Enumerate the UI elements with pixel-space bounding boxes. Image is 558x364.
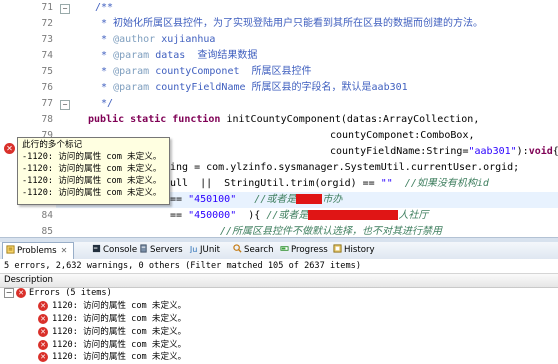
code-line-78: public static function initCountyCompone… bbox=[88, 114, 480, 125]
tooltip-title: 此行的多个标记 bbox=[22, 140, 83, 150]
tab-label: Servers bbox=[150, 245, 183, 255]
table-row[interactable]: ✕ 1120: 访问的属性 com 未定义。 bbox=[0, 351, 558, 364]
close-icon[interactable]: ✕ bbox=[61, 246, 68, 255]
junit-icon: Ju bbox=[189, 244, 197, 253]
code-line-83: == "450100" //或者是 市办 bbox=[170, 194, 343, 205]
fold-toggle-icon[interactable]: − bbox=[60, 100, 70, 110]
error-icon: ✕ bbox=[16, 288, 26, 298]
error-icon: ✕ bbox=[38, 327, 48, 337]
code-line-72: * 初始化所属区县控件，为了实现登陆用户只能看到其所在区县的数据而创建的方法。 bbox=[95, 18, 484, 29]
error-description: 1120: 访问的属性 com 未定义。 bbox=[52, 314, 187, 324]
tab-label: Console bbox=[103, 245, 138, 255]
code-line-85: //所属区县控件不做默认选择，也不对其进行禁用 bbox=[220, 226, 443, 237]
error-description: 1120: 访问的属性 com 未定义。 bbox=[52, 301, 187, 311]
code-line-79: countyComponet:ComboBox, bbox=[330, 130, 475, 141]
tab-progress[interactable]: Progress bbox=[277, 243, 328, 258]
error-description: 1120: 访问的属性 com 未定义。 bbox=[52, 327, 187, 337]
code-line-76: * @param countyFieldName 所属区县的字段名，默认是aab… bbox=[95, 82, 408, 93]
tooltip-item: -1120: 访问的属性 com 未定义。 bbox=[22, 152, 162, 162]
table-row[interactable]: ✕ 1120: 访问的属性 com 未定义。 bbox=[0, 326, 558, 339]
fold-toggle-icon[interactable]: − bbox=[60, 4, 70, 14]
table-row[interactable]: ✕ 1120: 访问的属性 com 未定义。 bbox=[0, 300, 558, 313]
code-line-80: countyFieldName:String="aab301"):void{ bbox=[330, 146, 558, 157]
tab-label: Problems bbox=[17, 246, 57, 256]
bottom-view-tabbar: Problems ✕ Console Servers Ju JUnit Search… bbox=[0, 242, 558, 260]
multiple-markers-tooltip: 此行的多个标记 -1120: 访问的属性 com 未定义。 -1120: 访问的… bbox=[17, 137, 170, 205]
servers-icon bbox=[140, 244, 147, 253]
error-group-label: Errors (5 items) bbox=[29, 288, 112, 298]
line-number: 76 bbox=[41, 82, 53, 93]
problems-icon bbox=[6, 245, 15, 254]
redaction-block bbox=[308, 210, 399, 220]
tab-search[interactable]: Search bbox=[230, 243, 274, 258]
code-line-81: ing = com.ylzinfo.sysmanager.SystemUtil.… bbox=[170, 162, 520, 173]
tooltip-item: -1120: 访问的属性 com 未定义。 bbox=[22, 176, 162, 186]
error-marker-icon[interactable]: ✕ bbox=[4, 143, 15, 154]
redaction-block bbox=[296, 194, 323, 204]
line-number: 74 bbox=[41, 50, 53, 61]
tab-junit[interactable]: Ju JUnit bbox=[186, 243, 226, 258]
tab-label: JUnit bbox=[200, 245, 221, 255]
tab-label: Progress bbox=[291, 245, 328, 255]
code-line-75: * @param countyComponet 所属区县控件 bbox=[95, 66, 312, 77]
column-header-description[interactable]: Description bbox=[0, 273, 558, 288]
progress-icon bbox=[280, 246, 289, 251]
tab-label: History bbox=[344, 245, 375, 255]
problems-summary-text: 5 errors, 2,632 warnings, 0 others (Filt… bbox=[4, 261, 361, 271]
error-icon: ✕ bbox=[38, 340, 48, 350]
code-line-74: * @param datas 查询结果数据 bbox=[95, 50, 258, 61]
search-icon bbox=[233, 244, 242, 253]
line-number: 84 bbox=[41, 210, 53, 221]
error-description: 1120: 访问的属性 com 未定义。 bbox=[52, 352, 187, 362]
tree-collapse-icon[interactable]: − bbox=[4, 288, 14, 298]
problems-status-line: 5 errors, 2,632 warnings, 0 others (Filt… bbox=[0, 259, 558, 273]
code-line-84: == "450000" ){ //或者是 人社厅 bbox=[170, 210, 429, 221]
line-number: 71 bbox=[41, 2, 53, 13]
code-editor[interactable]: 71 72 73 74 75 76 77 78 79 80 81 82 83 8… bbox=[0, 0, 558, 237]
error-icon: ✕ bbox=[38, 301, 48, 311]
tab-console[interactable]: Console bbox=[89, 243, 137, 258]
line-number: 85 bbox=[41, 226, 53, 237]
code-line-82: ull || StringUtil.trim(orgid) == "" //如果… bbox=[170, 178, 489, 189]
table-row[interactable]: ✕ 1120: 访问的属性 com 未定义。 bbox=[0, 313, 558, 326]
problems-table[interactable]: Description − ✕ Errors (5 items) ✕ 1120:… bbox=[0, 273, 558, 363]
tab-problems[interactable]: Problems ✕ bbox=[2, 242, 74, 259]
line-number: 73 bbox=[41, 34, 53, 45]
line-number: 72 bbox=[41, 18, 53, 29]
code-line-77: */ bbox=[95, 98, 114, 109]
console-icon bbox=[92, 244, 101, 253]
code-line-71: /** bbox=[95, 2, 114, 13]
tooltip-item: -1120: 访问的属性 com 未定义。 bbox=[22, 188, 162, 198]
svg-text:Ju: Ju bbox=[189, 244, 197, 253]
line-number: 75 bbox=[41, 66, 53, 77]
line-number: 78 bbox=[41, 114, 53, 125]
tab-label: Search bbox=[244, 245, 274, 255]
error-icon: ✕ bbox=[38, 352, 48, 362]
error-icon: ✕ bbox=[38, 314, 48, 324]
line-number: 77 bbox=[41, 98, 53, 109]
column-header-label: Description bbox=[4, 275, 53, 285]
code-line-73: * @author xujianhua bbox=[95, 34, 216, 45]
history-icon bbox=[333, 244, 342, 253]
tab-history[interactable]: History bbox=[330, 243, 376, 258]
tab-servers[interactable]: Servers bbox=[136, 243, 183, 258]
error-group-row[interactable]: − ✕ Errors (5 items) bbox=[0, 287, 558, 300]
tooltip-item: -1120: 访问的属性 com 未定义。 bbox=[22, 164, 162, 174]
